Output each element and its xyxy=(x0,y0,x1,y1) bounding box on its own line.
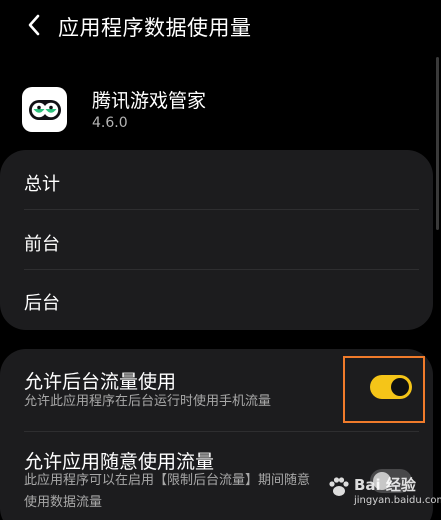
watermark-site: jingyan.baidu.com xyxy=(354,495,441,506)
watermark-brand: Bai 经验 xyxy=(354,476,416,494)
allow-unrestricted-data-description-line1: 此应用程序可以在启用【限制后台流量】期间随意 xyxy=(24,473,311,488)
top-bar: 应用程序数据使用量 xyxy=(0,0,441,52)
app-version: 4.6.0 xyxy=(92,115,128,131)
back-button[interactable] xyxy=(22,13,46,37)
paw-icon xyxy=(329,477,349,496)
divider xyxy=(24,431,419,432)
usage-row-background[interactable]: 后台 xyxy=(24,289,60,315)
scrollbar[interactable] xyxy=(436,57,439,230)
highlight-box xyxy=(343,356,425,423)
allow-unrestricted-data-description-line2: 使用数据流量 xyxy=(24,495,103,510)
divider xyxy=(24,209,419,210)
app-name: 腾讯游戏管家 xyxy=(92,90,207,112)
usage-row-foreground[interactable]: 前台 xyxy=(24,230,60,256)
chevron-left-icon xyxy=(28,14,40,36)
tencent-game-manager-icon xyxy=(22,87,67,132)
usage-card: 总计 前台 后台 xyxy=(0,150,433,330)
usage-row-total[interactable]: 总计 xyxy=(24,170,60,196)
page-title: 应用程序数据使用量 xyxy=(58,16,252,40)
baidu-watermark: Bai 经验 jingyan.baidu.com xyxy=(324,468,441,512)
allow-background-data-title[interactable]: 允许后台流量使用 xyxy=(24,367,176,394)
allow-background-data-description: 允许此应用程序在后台运行时使用手机流量 xyxy=(24,394,272,409)
divider xyxy=(24,269,419,270)
